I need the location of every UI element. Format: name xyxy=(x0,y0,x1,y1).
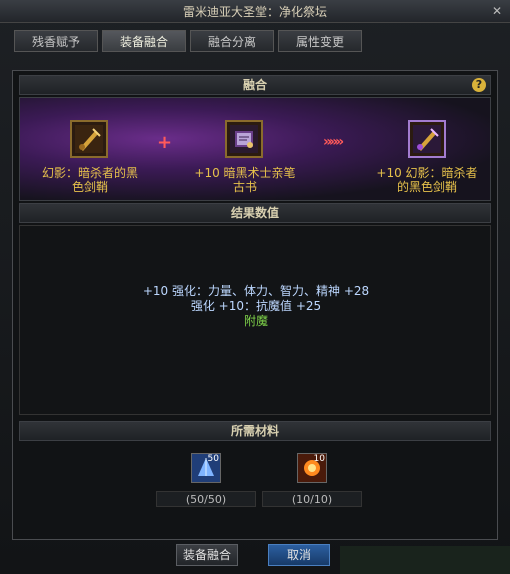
materials-box: 50 (50/50) 10 (10/10) xyxy=(19,441,491,517)
material-1-badge: 50 xyxy=(207,454,219,464)
plus-icon: + xyxy=(157,132,173,153)
tome-icon xyxy=(230,125,258,153)
material-1-count: (50/50) xyxy=(156,491,256,507)
tab-fusion-separation[interactable]: 融合分离 xyxy=(190,30,274,52)
materials-header-label: 所需材料 xyxy=(230,424,279,438)
sword-sheath-icon xyxy=(75,125,103,153)
fusion-item-3-line1: +10 幻影：暗杀者 xyxy=(376,166,478,180)
fusion-item-2-line1: +10 暗黑术士亲笔 xyxy=(194,166,296,180)
materials-header: 所需材料 xyxy=(19,421,491,441)
material-slot-1[interactable]: 50 xyxy=(191,453,221,483)
result-box: +10 强化：力量、体力、智力、精神 +28 强化 +10：抗魔值 +25 附魔 xyxy=(19,225,491,415)
material-2-badge: 10 xyxy=(313,454,325,464)
fusion-item-slot-2[interactable] xyxy=(225,120,263,158)
fusion-item-label-1: 幻影：暗杀者的黑 色剑鞘 xyxy=(30,166,150,194)
fusion-panel: 融合 ? 幻影：暗杀者的黑 色剑鞘 + +10 暗黑术士亲笔 古书 »»» +1… xyxy=(12,70,498,540)
result-header-label: 结果数值 xyxy=(230,206,279,220)
fusion-item-1-line2: 色剑鞘 xyxy=(71,180,108,194)
sword-sheath-purple-icon xyxy=(413,125,441,153)
fusion-item-slot-1[interactable] xyxy=(70,120,108,158)
help-icon[interactable]: ? xyxy=(472,78,486,92)
fusion-item-2-line2: 古书 xyxy=(232,180,257,194)
background-scene xyxy=(340,546,510,574)
result-header: 结果数值 xyxy=(19,203,491,223)
cancel-button[interactable]: 取消 xyxy=(268,544,330,566)
tab-attribute-change[interactable]: 属性变更 xyxy=(278,30,362,52)
fusion-item-3-line2: 的黑色剑鞘 xyxy=(396,180,457,194)
fusion-window: 雷米迪亚大圣堂：净化祭坛 ✕ 残香赋予 装备融合 融合分离 属性变更 融合 ? xyxy=(0,0,510,574)
fusion-item-slot-3[interactable] xyxy=(408,120,446,158)
material-2-count: (10/10) xyxy=(262,491,362,507)
arrow-right-icon: »»» xyxy=(323,134,344,150)
fusion-item-1-line1: 幻影：暗杀者的黑 xyxy=(41,166,138,180)
tab-equipment-fusion[interactable]: 装备融合 xyxy=(102,30,186,52)
fusion-item-label-2: +10 暗黑术士亲笔 古书 xyxy=(180,166,310,194)
title-bar[interactable]: 雷米迪亚大圣堂：净化祭坛 ✕ xyxy=(0,0,510,23)
tab-residual-scent[interactable]: 残香赋予 xyxy=(14,30,98,52)
close-icon[interactable]: ✕ xyxy=(490,4,504,18)
fusion-banner: 幻影：暗杀者的黑 色剑鞘 + +10 暗黑术士亲笔 古书 »»» +10 幻影：… xyxy=(19,97,491,201)
fusion-item-label-3: +10 幻影：暗杀者 的黑色剑鞘 xyxy=(365,166,489,194)
equipment-fusion-button[interactable]: 装备融合 xyxy=(176,544,238,566)
fusion-header-label: 融合 xyxy=(242,78,267,92)
result-enchant-line: 附魔 xyxy=(243,314,268,328)
material-slot-2[interactable]: 10 xyxy=(297,453,327,483)
window-title: 雷米迪亚大圣堂：净化祭坛 xyxy=(182,5,327,19)
fusion-header: 融合 ? xyxy=(19,75,491,95)
